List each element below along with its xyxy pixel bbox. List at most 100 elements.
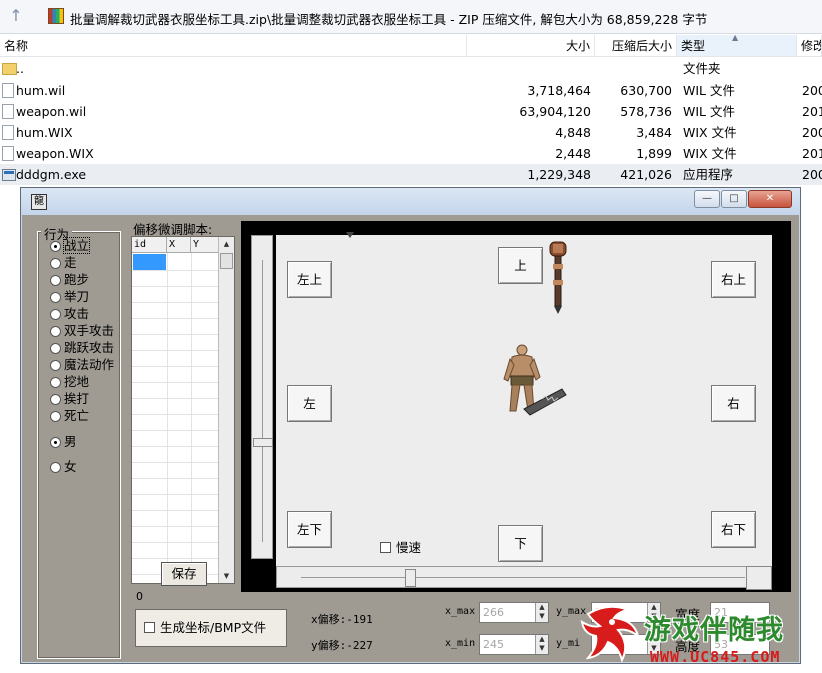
action-radio[interactable]: 魔法动作 xyxy=(50,356,114,373)
file-packed-size: 630,700 xyxy=(620,83,672,98)
generate-bmp-checkbox[interactable]: 生成坐标/BMP文件 xyxy=(135,609,287,647)
radio-icon[interactable] xyxy=(50,275,61,286)
action-label: 跑步 xyxy=(64,272,90,287)
table-gridline xyxy=(132,446,218,447)
action-label: 战立 xyxy=(62,237,91,254)
slider-track xyxy=(262,260,263,542)
radio-icon[interactable] xyxy=(50,360,61,371)
radio-icon[interactable] xyxy=(50,292,61,303)
radio-icon[interactable] xyxy=(50,377,61,388)
watermark: 游戏伴随我 WWW.UC845.COM xyxy=(578,600,818,668)
radio-icon[interactable] xyxy=(50,241,61,252)
dragon-logo-icon xyxy=(580,605,640,663)
x-max-field[interactable]: 266 ▲ ▼ xyxy=(479,602,549,623)
radio-icon[interactable] xyxy=(50,437,61,448)
scroll-up-icon[interactable]: ▲ xyxy=(219,237,234,251)
radio-icon[interactable] xyxy=(50,411,61,422)
file-row[interactable]: .. 文件夹 xyxy=(0,58,822,79)
direction-down-left-button[interactable]: 左下 xyxy=(287,511,332,548)
offset-script-table[interactable]: id X Y ▲ ▼ xyxy=(131,236,235,584)
checkbox-icon[interactable] xyxy=(144,622,155,633)
table-header-y[interactable]: Y xyxy=(191,237,219,253)
action-label: 攻击 xyxy=(64,306,90,321)
radio-icon[interactable] xyxy=(50,343,61,354)
direction-right-button[interactable]: 右 xyxy=(711,385,756,422)
minimize-button[interactable]: — xyxy=(694,190,720,208)
vertical-slider[interactable] xyxy=(251,235,273,559)
file-size: 2,448 xyxy=(555,146,591,161)
action-radio[interactable]: 双手攻击 xyxy=(50,322,114,339)
column-header-name[interactable]: 名称 xyxy=(0,35,467,57)
action-radio[interactable]: 走 xyxy=(50,254,77,271)
direction-left-button[interactable]: 左 xyxy=(287,385,332,422)
table-gridline xyxy=(132,302,218,303)
table-gridline xyxy=(132,542,218,543)
sort-caret-icon: ▲ xyxy=(732,33,739,42)
file-row[interactable]: weapon.wil 63,904,120 578,736 WIL 文件 201 xyxy=(0,101,822,122)
table-scrollbar[interactable]: ▲ ▼ xyxy=(218,237,234,583)
radio-icon[interactable] xyxy=(50,326,61,337)
file-size: 4,848 xyxy=(555,125,591,140)
action-radio[interactable]: 攻击 xyxy=(50,305,89,322)
action-radio[interactable]: 死亡 xyxy=(50,407,89,424)
spinner-arrows-icon[interactable]: ▲ ▼ xyxy=(535,603,548,622)
maximize-button[interactable]: □ xyxy=(721,190,747,208)
file-packed-size: 421,026 xyxy=(620,167,672,182)
radio-icon[interactable] xyxy=(50,462,61,473)
column-header-size[interactable]: 大小 xyxy=(467,35,595,57)
action-radio[interactable]: 跑步 xyxy=(50,271,89,288)
direction-down-button[interactable]: 下 xyxy=(498,525,543,562)
horizontal-slider[interactable] xyxy=(276,566,772,588)
file-row[interactable]: hum.wil 3,718,464 630,700 WIL 文件 200 xyxy=(0,80,822,101)
selected-cell[interactable] xyxy=(133,254,166,270)
file-icon xyxy=(2,104,14,119)
preview-area: 左上 上 右上 左 右 左下 下 右下 慢速 xyxy=(276,232,772,571)
checkbox-icon[interactable] xyxy=(380,542,391,553)
direction-up-left-button[interactable]: 左上 xyxy=(287,261,332,298)
column-header-modified[interactable]: 修改 xyxy=(797,35,822,57)
column-header-packed[interactable]: 压缩后大小 xyxy=(595,35,677,57)
file-icon xyxy=(2,125,14,140)
gender-radio[interactable]: 女 xyxy=(50,458,77,475)
vertical-slider-knob[interactable] xyxy=(253,438,273,447)
file-row[interactable]: weapon.WIX 2,448 1,899 WIX 文件 201 xyxy=(0,143,822,164)
action-label: 举刀 xyxy=(64,289,90,304)
direction-up-button[interactable]: 上 xyxy=(498,247,543,284)
slow-checkbox[interactable]: 慢速 xyxy=(380,537,421,556)
file-row[interactable]: dddgm.exe 1,229,348 421,026 应用程序 200 xyxy=(0,164,822,185)
slow-label: 慢速 xyxy=(396,540,422,555)
action-radio[interactable]: 跳跃攻击 xyxy=(50,339,114,356)
x-min-field[interactable]: 245 ▲ ▼ xyxy=(479,634,549,655)
radio-icon[interactable] xyxy=(50,309,61,320)
file-packed-size: 3,484 xyxy=(636,125,672,140)
spinner-arrows-icon[interactable]: ▲ ▼ xyxy=(535,635,548,654)
horizontal-slider-knob[interactable] xyxy=(405,569,416,587)
close-button[interactable]: ✕ xyxy=(748,190,792,208)
title-bar[interactable]: 龍 — □ ✕ xyxy=(21,188,800,215)
save-button[interactable]: 保存 xyxy=(161,562,207,586)
radio-icon[interactable] xyxy=(50,258,61,269)
scroll-down-icon[interactable]: ▼ xyxy=(219,569,234,583)
up-arrow-icon[interactable]: ↑ xyxy=(6,6,26,26)
direction-down-right-button[interactable]: 右下 xyxy=(711,511,756,548)
table-header-x[interactable]: X xyxy=(167,237,191,253)
action-radio[interactable]: 战立 xyxy=(50,237,91,254)
file-row[interactable]: hum.WIX 4,848 3,484 WIX 文件 200 xyxy=(0,122,822,143)
file-type: WIX 文件 xyxy=(683,146,737,161)
action-radio[interactable]: 挨打 xyxy=(50,390,89,407)
file-modified: 201 xyxy=(802,146,822,161)
file-packed-size: 1,899 xyxy=(636,146,672,161)
scroll-thumb[interactable] xyxy=(220,253,233,269)
direction-up-right-button[interactable]: 右上 xyxy=(711,261,756,298)
archive-path[interactable]: 批量调解裁切武器衣服坐标工具.zip\批量调整裁切武器衣服坐标工具 - ZIP … xyxy=(70,9,707,28)
action-radio[interactable]: 挖地 xyxy=(50,373,89,390)
radio-icon[interactable] xyxy=(50,394,61,405)
action-label: 跳跃攻击 xyxy=(64,340,115,355)
coordinate-tool-window: 龍 — □ ✕ 行为 战立走跑步 举刀 攻击 双手攻击 跳跃攻击 魔法动作 挖地 挨打 死亡 男… xyxy=(20,187,801,664)
file-name: .. xyxy=(16,61,24,76)
action-radio[interactable]: 举刀 xyxy=(50,288,89,305)
gender-radio[interactable]: 男 xyxy=(50,433,77,450)
file-name: hum.wil xyxy=(16,83,66,98)
table-header-id[interactable]: id xyxy=(132,237,167,253)
weapon-sprite-icon xyxy=(549,241,567,314)
